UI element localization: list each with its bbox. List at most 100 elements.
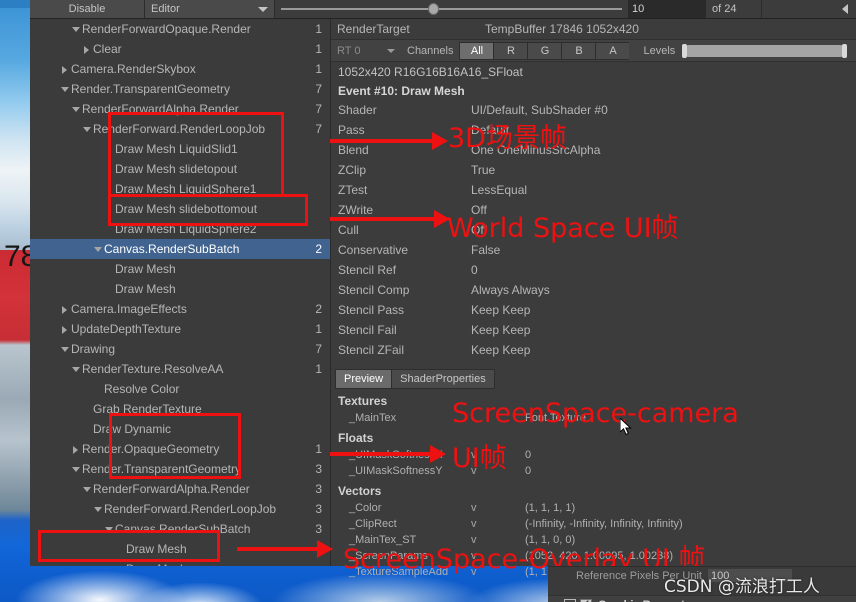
channel-button-r[interactable]: R <box>493 41 528 60</box>
tree-row-count: 1 <box>315 22 322 36</box>
triangle-down-icon[interactable] <box>60 84 71 95</box>
tree-row[interactable]: RenderForwardAlpha.Render 7 <box>30 99 330 119</box>
tree-row[interactable]: Canvas.RenderSubBatch 3 <box>30 519 330 539</box>
property-value: 0 <box>525 449 532 461</box>
triangle-down-icon[interactable] <box>82 124 93 135</box>
tree-row[interactable]: Camera.RenderSkybox 1 <box>30 59 330 79</box>
shader-state-key: ZTest <box>338 183 368 197</box>
shader-state-value: UI/Default, SubShader #0 <box>471 103 608 117</box>
tree-row-count: 1 <box>315 62 322 76</box>
vector-row: _Color v (1, 1, 1, 1) <box>331 500 856 516</box>
triangle-right-icon[interactable] <box>60 324 71 335</box>
tree-row[interactable]: Draw Mesh <box>30 559 330 566</box>
shader-state-value: Always Always <box>471 283 550 297</box>
event-nav-group[interactable] <box>761 0 856 18</box>
tree-row-label: Drawing <box>71 342 116 356</box>
component-enabled-checkbox[interactable]: ✓ <box>580 598 592 602</box>
triangle-down-icon[interactable] <box>82 484 93 495</box>
tree-row-label: Draw Mesh <box>115 262 176 276</box>
triangle-left-icon[interactable] <box>842 4 848 14</box>
levels-range-slider[interactable] <box>682 43 847 58</box>
tree-row[interactable]: RenderForwardOpaque.Render 1 <box>30 19 330 39</box>
frame-debugger-window: Disable Editor 10 of 24 RenderForwardOpa… <box>30 0 856 578</box>
property-value: (-Infinity, -Infinity, Infinity, Infinit… <box>525 518 683 530</box>
annotation-label-world-space: World Space UI帧 <box>447 213 679 244</box>
tree-row[interactable]: Draw Mesh LiquidSlid1 <box>30 139 330 159</box>
triangle-down-icon[interactable] <box>104 524 115 535</box>
shader-state-key: Shader <box>338 103 377 117</box>
event-slider-knob[interactable] <box>428 3 439 15</box>
tree-row-label: Draw Mesh LiquidSlid1 <box>115 142 238 156</box>
triangle-down-icon[interactable] <box>71 364 82 375</box>
channel-button-a[interactable]: A <box>595 41 630 60</box>
floats-section-header: Floats <box>338 431 374 445</box>
triangle-down-icon[interactable] <box>71 104 82 115</box>
shader-state-key: ZClip <box>338 163 367 177</box>
event-slider[interactable] <box>275 0 628 18</box>
shader-state-key: Stencil Ref <box>338 263 397 277</box>
shader-state-key: Stencil Pass <box>338 303 405 317</box>
tree-row[interactable]: Draw Dynamic <box>30 419 330 439</box>
channel-button-all[interactable]: All <box>459 41 494 60</box>
triangle-right-icon[interactable] <box>71 444 82 455</box>
triangle-down-icon[interactable] <box>71 24 82 35</box>
tree-row[interactable]: Draw Mesh LiquidSphere1 <box>30 179 330 199</box>
tree-row[interactable]: Canvas.RenderSubBatch 2 <box>30 239 330 259</box>
tree-row[interactable]: RenderForward.RenderLoopJob 7 <box>30 119 330 139</box>
levels-label: Levels <box>643 44 676 57</box>
tree-row[interactable]: Camera.ImageEffects 2 <box>30 299 330 319</box>
raycaster-icon <box>564 598 576 602</box>
tree-row[interactable]: Clear 1 <box>30 39 330 59</box>
scope-dropdown[interactable]: Editor <box>145 0 275 18</box>
triangle-down-icon[interactable] <box>93 504 104 515</box>
tree-row[interactable]: Render.TransparentGeometry 7 <box>30 79 330 99</box>
component-name-label: Graphic Raycaster <box>598 599 695 602</box>
tree-row[interactable]: RenderForward.RenderLoopJob 3 <box>30 499 330 519</box>
render-target-controls: RT 0 Channels All R G B A Levels <box>331 40 856 62</box>
property-flag: v <box>471 518 477 530</box>
detail-tabs[interactable]: Preview ShaderProperties <box>331 369 856 389</box>
tree-row[interactable]: RenderTexture.ResolveAA 1 <box>30 359 330 379</box>
shader-state-key: Stencil Comp <box>338 283 410 297</box>
mouse-pointer-icon <box>620 418 633 436</box>
tab-shader-properties[interactable]: ShaderProperties <box>391 369 495 389</box>
shader-state-row: ZTest LessEqual <box>331 180 856 200</box>
tree-row[interactable]: Grab RenderTexture <box>30 399 330 419</box>
tree-row[interactable]: Resolve Color <box>30 379 330 399</box>
frame-debugger-screenshot: 78 Disable Editor 10 of 24 RenderForward… <box>0 0 856 602</box>
tree-row[interactable]: Draw Mesh <box>30 259 330 279</box>
event-index-input[interactable]: 10 <box>628 0 706 18</box>
tree-row[interactable]: RenderForwardAlpha.Render 3 <box>30 479 330 499</box>
render-target-format: 1052x420 R16G16B16A16_SFloat <box>338 64 523 79</box>
tree-row-count: 3 <box>315 502 322 516</box>
tree-row-count: 3 <box>315 462 322 476</box>
tab-preview[interactable]: Preview <box>335 369 392 389</box>
channel-button-g[interactable]: G <box>527 41 562 60</box>
tree-row[interactable]: Draw Mesh <box>30 279 330 299</box>
triangle-right-icon[interactable] <box>82 44 93 55</box>
tree-row[interactable]: Draw Mesh slidetopout <box>30 159 330 179</box>
triangle-right-icon[interactable] <box>60 64 71 75</box>
tree-row[interactable]: Render.TransparentGeometry 3 <box>30 459 330 479</box>
tree-row[interactable]: UpdateDepthTexture 1 <box>30 319 330 339</box>
tree-row-count: 1 <box>315 442 322 456</box>
property-value: (1, 1, 1, 1) <box>525 502 576 514</box>
rt-select-dropdown[interactable]: RT 0 <box>331 40 401 61</box>
tree-row-label: Camera.ImageEffects <box>71 302 187 316</box>
tree-row[interactable]: Drawing 7 <box>30 339 330 359</box>
tree-row[interactable]: Draw Mesh slidebottomout <box>30 199 330 219</box>
frame-event-tree[interactable]: RenderForwardOpaque.Render 1 Clear 1 Camera.… <box>30 19 330 566</box>
triangle-down-icon[interactable] <box>71 464 82 475</box>
tree-row[interactable]: Render.OpaqueGeometry 1 <box>30 439 330 459</box>
triangle-right-icon[interactable] <box>60 304 71 315</box>
render-target-header: RenderTarget TempBuffer 17846 1052x420 <box>331 19 856 40</box>
triangle-down-icon[interactable] <box>93 244 104 255</box>
disable-button[interactable]: Disable <box>30 0 145 18</box>
tree-row[interactable]: Draw Mesh LiquidSphere2 <box>30 219 330 239</box>
tree-row-label: Resolve Color <box>104 382 180 396</box>
shader-state-row: Stencil ZFail Keep Keep <box>331 340 856 360</box>
channel-button-b[interactable]: B <box>561 41 596 60</box>
triangle-down-icon[interactable] <box>60 344 71 355</box>
